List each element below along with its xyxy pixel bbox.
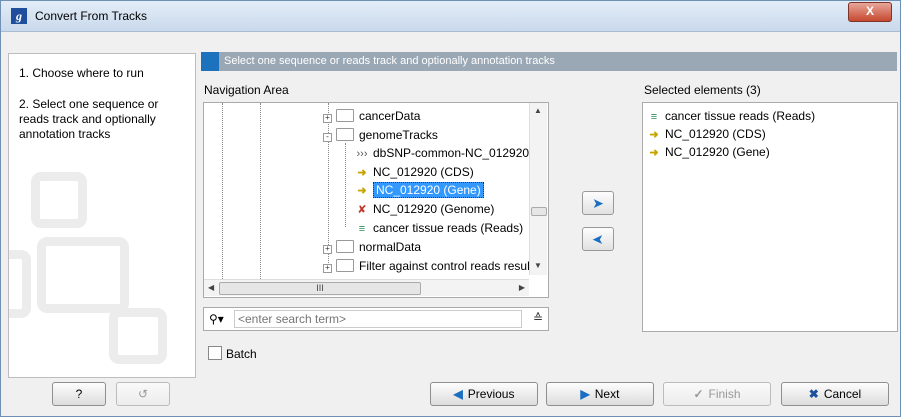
annotation-track-icon: ➜ xyxy=(649,129,659,141)
step-choose-where-to-run[interactable]: 1. Choose where to run xyxy=(19,66,144,81)
dialog-window: g Convert From Tracks X 1. Choose where … xyxy=(0,0,901,417)
reads-track-icon: ≡ xyxy=(650,111,658,123)
restore-defaults-button[interactable]: ↺ xyxy=(116,382,170,406)
scroll-right-icon[interactable]: ▶ xyxy=(519,280,525,296)
window-title: Convert From Tracks xyxy=(35,9,148,23)
remove-from-selected-button[interactable]: ➤ xyxy=(582,227,614,251)
expand-icon[interactable]: + xyxy=(323,114,332,123)
selected-elements-label: Selected elements (3) xyxy=(644,83,761,97)
title-bar: g Convert From Tracks X xyxy=(1,1,900,32)
selected-item-gene[interactable]: ➜ NC_012920 (Gene) xyxy=(646,143,894,161)
next-button[interactable]: ▶ Next xyxy=(546,382,654,406)
annotation-track-icon: ➜ xyxy=(649,147,659,159)
search-options-icon[interactable]: ≙ xyxy=(533,311,543,325)
decorative-shape xyxy=(9,250,31,318)
arrow-right-icon: ➤ xyxy=(592,195,604,211)
navigation-area-label: Navigation Area xyxy=(204,83,289,97)
sequence-track-icon: ✘ xyxy=(357,204,367,216)
search-icon[interactable]: ⚲▾ xyxy=(209,312,224,326)
tree-node-nc-cds[interactable]: ➜ NC_012920 (CDS) xyxy=(354,163,473,181)
tree-node-nc-gene[interactable]: ➜ NC_012920 (Gene) xyxy=(354,181,484,199)
checkmark-icon: ✓ xyxy=(693,387,704,401)
close-button[interactable]: X xyxy=(848,2,892,22)
reads-track-icon: ≡ xyxy=(358,223,366,235)
step-header-title: Select one sequence or reads track and o… xyxy=(224,55,555,67)
previous-button[interactable]: ◀ Previous xyxy=(430,382,538,406)
reset-icon: ↺ xyxy=(137,387,149,401)
horizontal-scrollbar[interactable]: ◀ III ▶ xyxy=(204,279,529,296)
tree-guide-line xyxy=(345,143,346,227)
checkbox-box[interactable] xyxy=(208,346,222,360)
decorative-shape xyxy=(37,237,129,313)
selected-item-cds[interactable]: ➜ NC_012920 (CDS) xyxy=(646,125,894,143)
tree-node-cancerdata[interactable]: + cancerData xyxy=(323,107,420,125)
scroll-thumb-horizontal[interactable]: III xyxy=(219,282,421,295)
cancel-x-icon: ✖ xyxy=(808,387,819,401)
folder-icon xyxy=(336,109,354,122)
cancel-button[interactable]: ✖ Cancel xyxy=(781,382,889,406)
expand-icon[interactable]: + xyxy=(323,264,332,273)
annotation-track-icon: ➜ xyxy=(357,167,367,179)
finish-button[interactable]: ✓ Finish xyxy=(663,382,771,406)
search-bar: ⚲▾ ≙ xyxy=(203,307,549,331)
add-to-selected-button[interactable]: ➤ xyxy=(582,191,614,215)
tree-node-filter-results[interactable]: + Filter against control reads result xyxy=(323,257,533,275)
scroll-down-icon[interactable]: ▼ xyxy=(534,261,542,270)
tree-node-cancer-reads[interactable]: ≡ cancer tissue reads (Reads) xyxy=(354,219,523,237)
arrow-right-icon: ▶ xyxy=(580,387,590,401)
folder-icon xyxy=(336,259,354,272)
scroll-thumb[interactable] xyxy=(531,207,547,216)
tree-guide-line xyxy=(260,103,261,281)
batch-checkbox[interactable]: Batch xyxy=(208,346,257,361)
app-icon: g xyxy=(11,8,27,24)
tree-node-normaldata[interactable]: + normalData xyxy=(323,238,421,256)
decorative-shape xyxy=(109,308,167,364)
step-header: Select one sequence or reads track and o… xyxy=(201,52,897,71)
scroll-up-icon[interactable]: ▲ xyxy=(534,106,542,115)
collapse-icon[interactable]: - xyxy=(323,133,332,142)
folder-open-icon xyxy=(336,128,354,141)
vertical-scrollbar[interactable]: ▲ ▼ xyxy=(529,103,547,275)
arrow-left-icon: ➤ xyxy=(592,231,604,247)
help-button[interactable]: ? xyxy=(52,382,106,406)
scroll-left-icon[interactable]: ◀ xyxy=(208,280,214,296)
navigation-tree[interactable]: + cancerData - genomeTracks ››› dbSNP-commo… xyxy=(203,102,549,298)
selected-elements-list[interactable]: ≡ cancer tissue reads (Reads) ➜ NC_012920 … xyxy=(642,102,898,332)
decorative-shape xyxy=(31,172,87,228)
search-input[interactable] xyxy=(234,310,522,328)
selected-item-reads[interactable]: ≡ cancer tissue reads (Reads) xyxy=(646,107,894,125)
steps-panel: 1. Choose where to run 2. Select one seq… xyxy=(8,53,196,378)
arrow-left-icon: ◀ xyxy=(453,387,463,401)
folder-icon xyxy=(336,240,354,253)
tree-node-genometracks[interactable]: - genomeTracks xyxy=(323,126,438,144)
annotation-track-icon: ➜ xyxy=(357,185,367,197)
step-select-tracks[interactable]: 2. Select one sequence or reads track an… xyxy=(19,97,189,142)
tree-node-dbsnp[interactable]: ››› dbSNP-common-NC_012920 xyxy=(354,144,530,162)
expand-icon[interactable]: + xyxy=(323,245,332,254)
tree-guide-line xyxy=(222,103,223,281)
tree-node-nc-genome[interactable]: ✘ NC_012920 (Genome) xyxy=(354,200,494,218)
variant-track-icon: ››› xyxy=(356,148,368,160)
header-accent xyxy=(201,52,219,71)
